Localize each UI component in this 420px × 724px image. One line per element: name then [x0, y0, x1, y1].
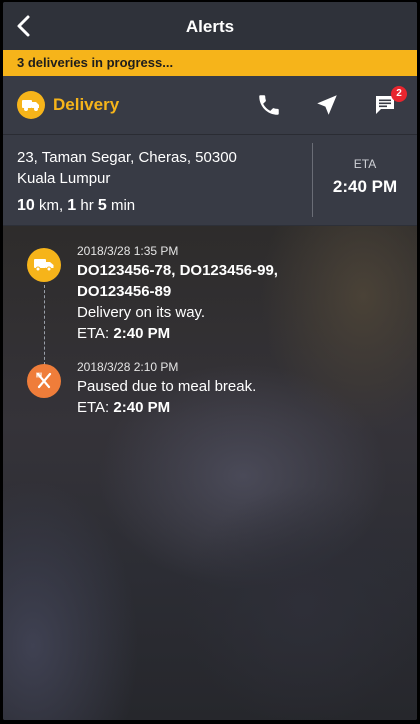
eta-prefix: ETA: — [77, 325, 114, 342]
alert-message: Delivery on its way. — [77, 304, 206, 321]
address-row: 23, Taman Segar, Cheras, 50300 Kuala Lum… — [3, 135, 417, 225]
timeline-item-body: 2018/3/28 1:35 PM DO123456-78, DO123456-… — [77, 244, 403, 344]
eta-value: 2:40 PM — [113, 399, 171, 416]
eta-time: 2:40 PM — [332, 177, 398, 196]
eta-box: ETA 2:40 PM — [312, 143, 417, 217]
app-screen: Alerts 3 deliveries in progress... Deliv… — [3, 2, 417, 720]
eta-label: ETA — [353, 157, 377, 171]
alert-eta: ETA: 2:40 PM — [77, 323, 403, 344]
messages-button[interactable]: 2 — [365, 85, 407, 125]
address-line-1: 23, Taman Segar, Cheras, 50300 — [17, 149, 237, 166]
eta-value: 2:40 PM — [113, 325, 171, 342]
distance-duration: 10 km, 1 hr 5 min — [17, 195, 298, 216]
navigation-arrow-icon — [317, 95, 337, 115]
back-button[interactable] — [11, 12, 39, 40]
minutes-unit: min — [106, 197, 136, 214]
address-line-2: Kuala Lumpur — [17, 170, 111, 187]
order-ids-line-1: DO123456-78, DO123456-99, — [77, 262, 278, 279]
deliveries-progress-banner[interactable]: 3 deliveries in progress... — [3, 50, 417, 76]
hours-value: 1 — [67, 197, 77, 214]
distance-unit: km, — [34, 197, 68, 214]
alert-message: Paused due to meal break. — [77, 378, 257, 395]
timeline-connector — [44, 285, 45, 365]
delivery-info-panel: Delivery 2 23, Taman Segar, Cheras, 5030… — [3, 76, 417, 225]
delivery-truck-icon — [17, 91, 45, 119]
unread-badge: 2 — [391, 86, 407, 102]
order-ids-line-2: DO123456-89 — [77, 283, 172, 300]
phone-icon — [259, 95, 279, 115]
page-title: Alerts — [185, 17, 235, 36]
eta-prefix: ETA: — [77, 399, 114, 416]
navigate-button[interactable] — [307, 85, 347, 125]
alert-eta: ETA: 2:40 PM — [77, 397, 403, 418]
truck-icon — [27, 248, 61, 282]
distance-value: 10 — [17, 197, 35, 214]
address-block: 23, Taman Segar, Cheras, 50300 Kuala Lum… — [3, 135, 312, 225]
timeline-item-body: 2018/3/28 2:10 PM Paused due to meal bre… — [77, 360, 403, 418]
alerts-timeline: 2018/3/28 1:35 PM DO123456-78, DO123456-… — [3, 226, 417, 720]
call-button[interactable] — [249, 85, 289, 125]
timestamp: 2018/3/28 1:35 PM — [77, 244, 179, 258]
hours-unit: hr — [76, 197, 98, 214]
minutes-value: 5 — [97, 197, 107, 214]
chevron-left-icon — [17, 15, 30, 37]
delivery-header: Delivery 2 — [3, 76, 417, 135]
utensils-icon — [27, 364, 61, 398]
top-bar: Alerts — [3, 2, 417, 50]
delivery-order-ids: DO123456-78, DO123456-99, DO123456-89 — [77, 260, 403, 302]
delivery-label: Delivery — [53, 95, 120, 114]
timestamp: 2018/3/28 2:10 PM — [77, 360, 179, 374]
